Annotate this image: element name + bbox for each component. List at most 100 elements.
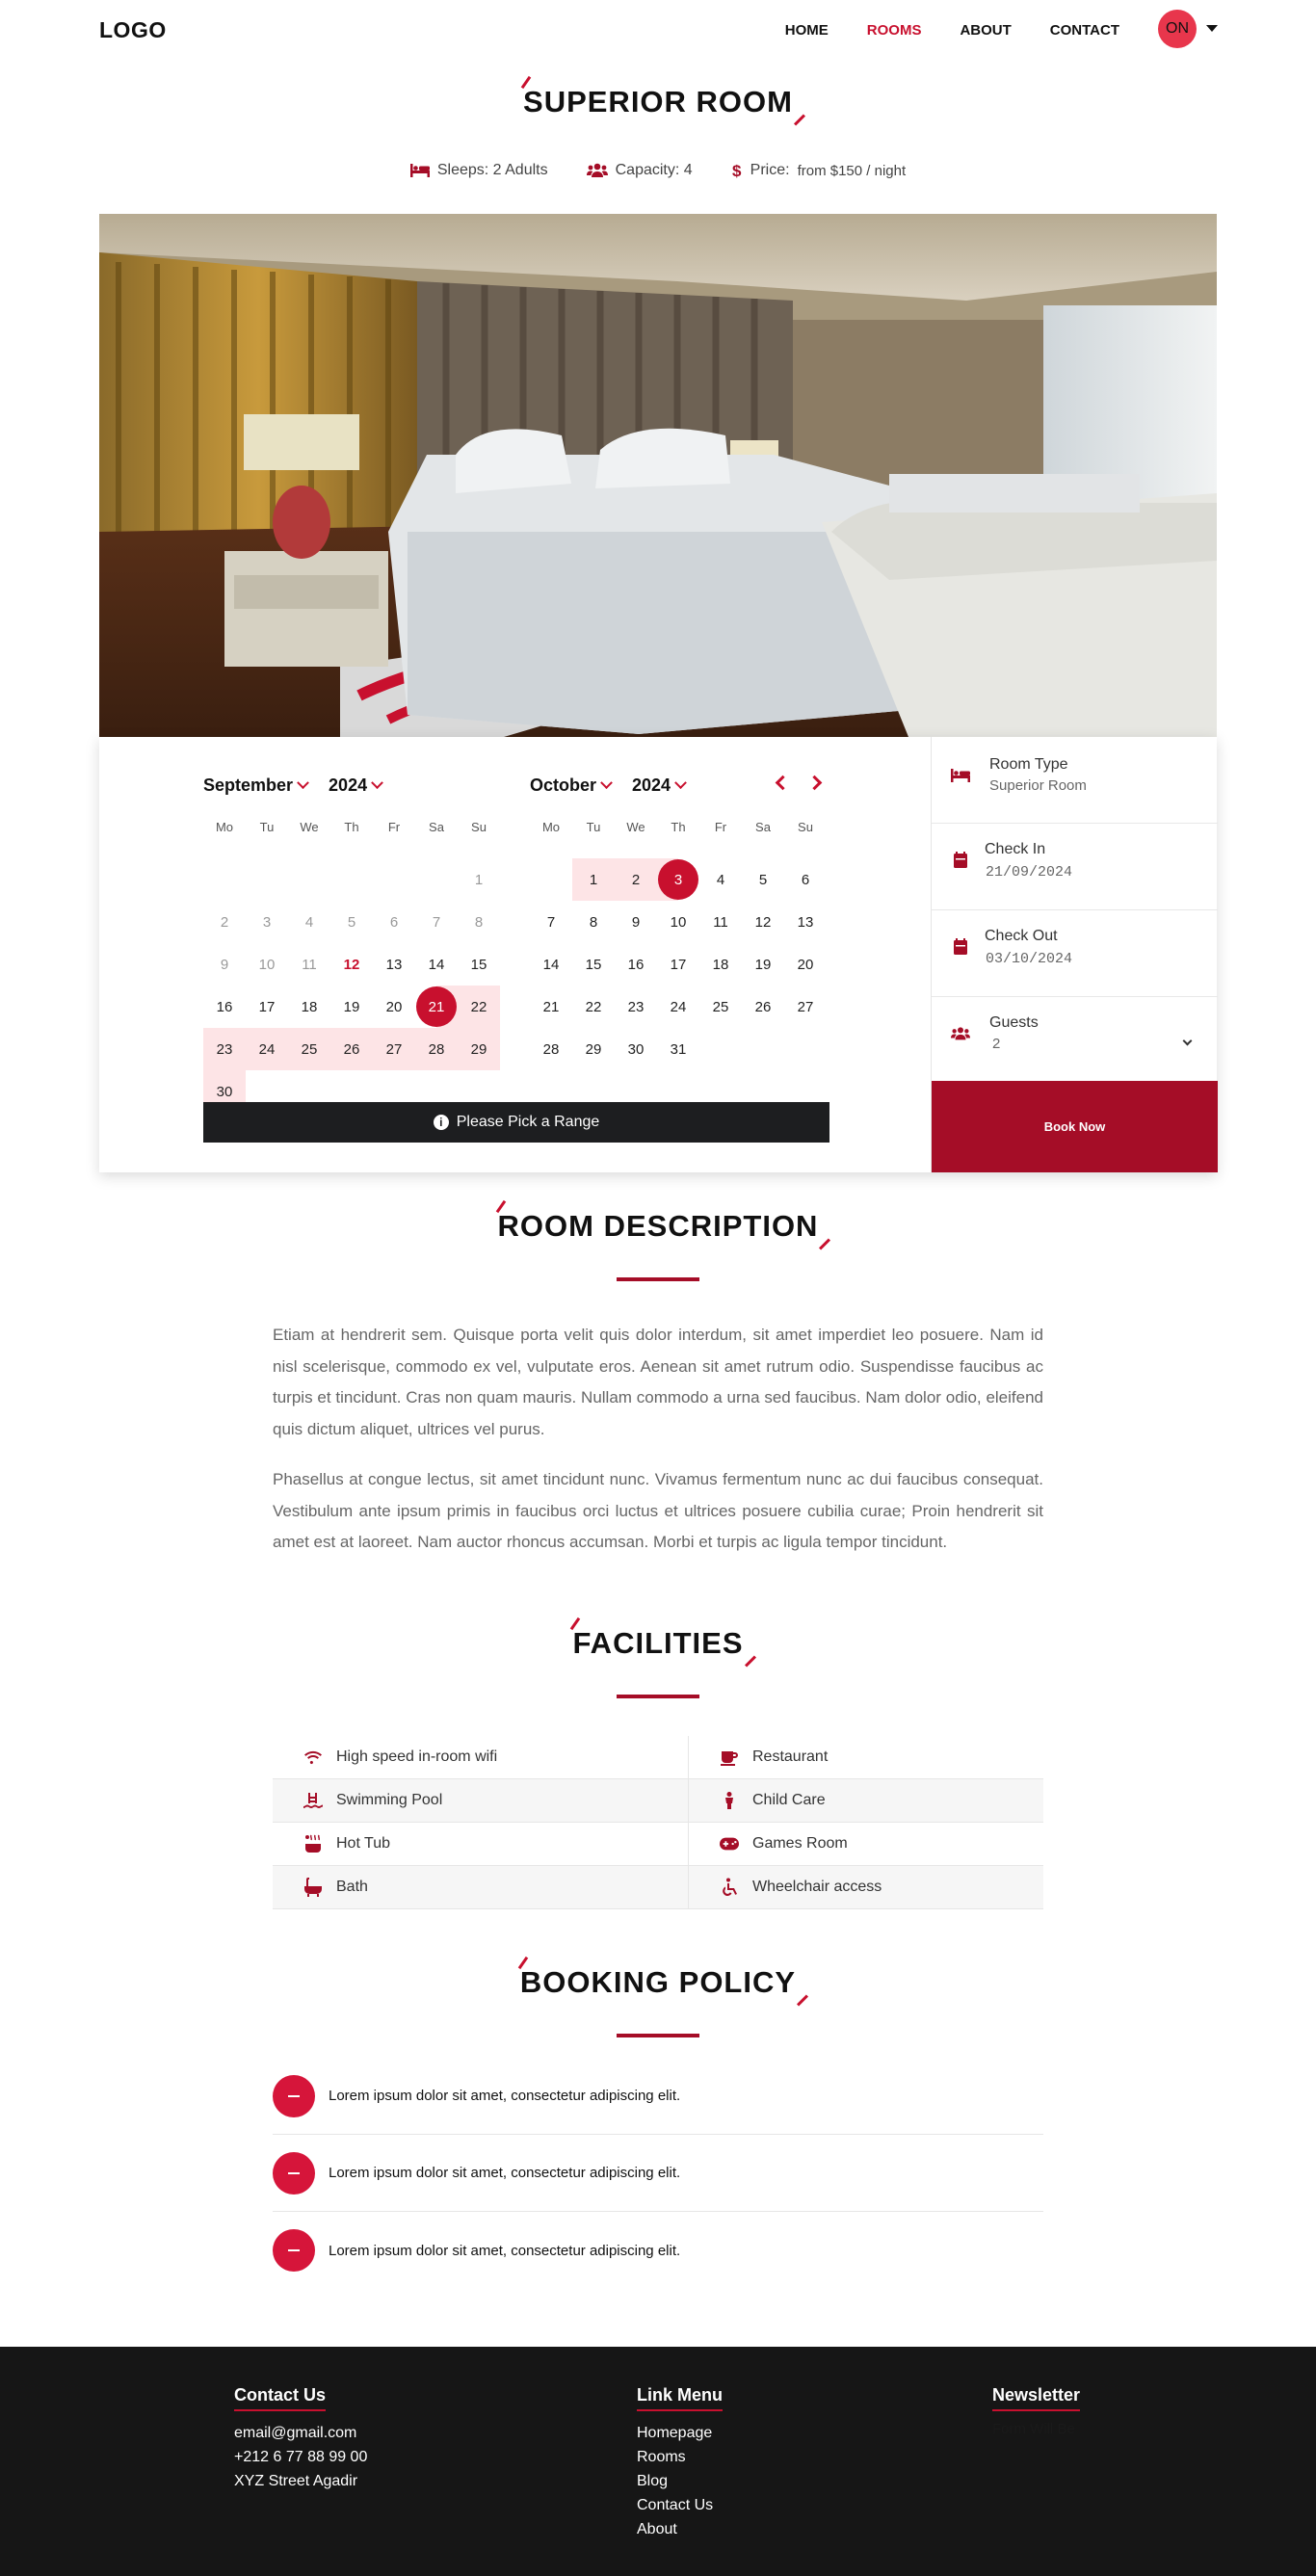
calendar-day[interactable]: 24 — [246, 1028, 288, 1070]
calendar-day[interactable]: 10 — [657, 901, 699, 943]
guests-field[interactable]: Guests 2 — [932, 997, 1218, 1081]
room-type-field[interactable]: Room Type Superior Room — [932, 737, 1218, 824]
calendar-day[interactable]: 31 — [657, 1028, 699, 1070]
calendar-day[interactable]: 14 — [530, 943, 572, 986]
calendar-day[interactable]: 22 — [572, 986, 615, 1028]
calendar-day[interactable]: 16 — [615, 943, 657, 986]
book-now-button[interactable]: Book Now — [932, 1081, 1218, 1172]
calendar-day[interactable]: 7 — [415, 901, 458, 943]
calendar-day[interactable]: 15 — [458, 943, 500, 986]
footer-link-blog[interactable]: Blog — [637, 2469, 723, 2493]
footer-newsletter: Newsletter Form Will Be — [992, 2385, 1081, 2437]
nav-rooms[interactable]: ROOMS — [867, 22, 922, 39]
check-in-value[interactable]: 21/09/2024 — [986, 864, 1072, 881]
footer-email[interactable]: email@gmail.com — [234, 2421, 367, 2445]
calendar-day[interactable]: 23 — [615, 986, 657, 1028]
calendar-day[interactable]: 24 — [657, 986, 699, 1028]
chevron-left-icon[interactable] — [775, 775, 791, 791]
calendar-day[interactable]: 18 — [699, 943, 742, 986]
calendar-day[interactable]: 11 — [288, 943, 330, 986]
calendar-day[interactable]: 29 — [458, 1028, 500, 1070]
calendar-day[interactable]: 9 — [615, 901, 657, 943]
calendar-day[interactable]: 26 — [330, 1028, 373, 1070]
minus-icon[interactable] — [273, 2151, 315, 2195]
calendar-day[interactable]: 6 — [784, 858, 827, 901]
check-out-field[interactable]: Check Out 03/10/2024 — [932, 910, 1218, 997]
calendar-day[interactable]: 6 — [373, 901, 415, 943]
calendar-day[interactable]: 29 — [572, 1028, 615, 1070]
month-select-sept[interactable]: September — [203, 775, 307, 796]
year-select-oct[interactable]: 2024 — [632, 775, 685, 796]
users-icon — [586, 163, 608, 177]
calendar-header-october: October 2024 — [530, 775, 685, 796]
calendar-day[interactable]: 16 — [203, 986, 246, 1028]
nav-about[interactable]: ABOUT — [960, 22, 1011, 39]
footer-phone[interactable]: +212 6 77 88 99 00 — [234, 2445, 367, 2469]
minus-icon[interactable] — [273, 2074, 315, 2117]
calendar-icon — [954, 938, 967, 955]
calendar-day[interactable]: 1 — [458, 858, 500, 901]
calendar-day[interactable]: 12 — [330, 943, 373, 986]
calendar-day[interactable]: 21 — [530, 986, 572, 1028]
footer-link-rooms[interactable]: Rooms — [637, 2445, 723, 2469]
check-in-label: Check In — [985, 841, 1046, 857]
month-select-oct[interactable]: October — [530, 775, 611, 796]
calendar-day[interactable]: 19 — [330, 986, 373, 1028]
calendar-day[interactable]: 20 — [784, 943, 827, 986]
calendar-day[interactable]: 8 — [458, 901, 500, 943]
calendar-day[interactable]: 20 — [373, 986, 415, 1028]
nav-home[interactable]: HOME — [785, 22, 829, 39]
chevron-down-icon[interactable] — [1182, 1036, 1193, 1046]
language-toggle[interactable]: ON — [1158, 10, 1197, 48]
calendar-day[interactable]: 3 — [657, 858, 699, 901]
calendar-day[interactable]: 7 — [530, 901, 572, 943]
calendar-day[interactable]: 25 — [288, 1028, 330, 1070]
calendar-day[interactable]: 27 — [784, 986, 827, 1028]
calendar-day[interactable]: 22 — [458, 986, 500, 1028]
guests-value[interactable]: 2 — [992, 1036, 1000, 1052]
calendar-day[interactable]: 15 — [572, 943, 615, 986]
calendar-day[interactable]: 2 — [615, 858, 657, 901]
calendar-day[interactable]: 25 — [699, 986, 742, 1028]
calendar-day[interactable]: 2 — [203, 901, 246, 943]
calendar-day[interactable]: 30 — [615, 1028, 657, 1070]
calendar-day[interactable]: 11 — [699, 901, 742, 943]
calendar-day[interactable]: 9 — [203, 943, 246, 986]
calendar-day[interactable]: 13 — [373, 943, 415, 986]
year-select-sept[interactable]: 2024 — [329, 775, 382, 796]
pick-range-button[interactable]: i Please Pick a Range — [203, 1102, 829, 1143]
calendar-day[interactable]: 14 — [415, 943, 458, 986]
footer-link-about[interactable]: About — [637, 2517, 723, 2541]
calendar-day[interactable]: 3 — [246, 901, 288, 943]
calendar-day[interactable]: 5 — [742, 858, 784, 901]
calendar-day[interactable]: 8 — [572, 901, 615, 943]
footer-link-contact[interactable]: Contact Us — [637, 2493, 723, 2517]
footer-link-homepage[interactable]: Homepage — [637, 2421, 723, 2445]
calendar-day[interactable]: 10 — [246, 943, 288, 986]
caret-down-icon[interactable] — [1206, 25, 1218, 32]
calendar-day[interactable]: 27 — [373, 1028, 415, 1070]
calendar-day[interactable]: 13 — [784, 901, 827, 943]
policy-title: BOOKING POLICY — [519, 1965, 797, 1999]
calendar-day[interactable]: 21 — [415, 986, 458, 1028]
calendar-day[interactable]: 4 — [288, 901, 330, 943]
calendar-day[interactable]: 1 — [572, 858, 615, 901]
calendar-day[interactable]: 17 — [246, 986, 288, 1028]
check-in-field[interactable]: Check In 21/09/2024 — [932, 824, 1218, 910]
check-out-value[interactable]: 03/10/2024 — [986, 951, 1072, 967]
minus-icon[interactable] — [273, 2229, 315, 2272]
calendar-day[interactable]: 18 — [288, 986, 330, 1028]
chevron-right-icon[interactable] — [806, 775, 823, 791]
calendar-day[interactable]: 17 — [657, 943, 699, 986]
calendar-day[interactable]: 4 — [699, 858, 742, 901]
calendar-day[interactable]: 12 — [742, 901, 784, 943]
calendar-day[interactable]: 26 — [742, 986, 784, 1028]
logo[interactable]: LOGO — [99, 17, 167, 43]
calendar-day[interactable]: 23 — [203, 1028, 246, 1070]
calendar-day[interactable]: 5 — [330, 901, 373, 943]
calendar-day[interactable]: 28 — [415, 1028, 458, 1070]
calendar-day[interactable]: 28 — [530, 1028, 572, 1070]
pool-icon — [303, 1793, 323, 1808]
nav-contact[interactable]: CONTACT — [1050, 22, 1119, 39]
calendar-day[interactable]: 19 — [742, 943, 784, 986]
